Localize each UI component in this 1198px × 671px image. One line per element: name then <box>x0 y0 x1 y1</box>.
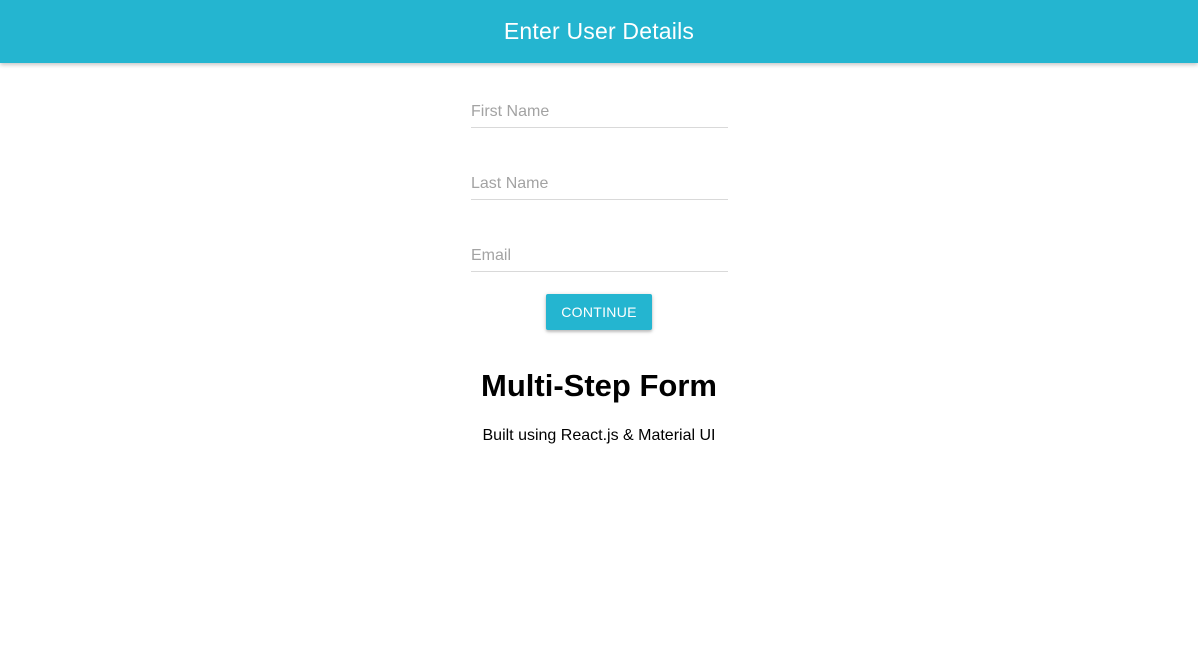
last-name-input[interactable] <box>471 169 728 199</box>
app-bar: Enter User Details <box>0 0 1198 63</box>
email-input[interactable] <box>471 241 728 271</box>
email-field[interactable] <box>471 241 728 272</box>
last-name-field[interactable] <box>471 169 728 200</box>
continue-button[interactable]: CONTINUE <box>546 294 652 330</box>
page-heading: Multi-Step Form <box>481 368 717 403</box>
first-name-field[interactable] <box>471 97 728 128</box>
page-subtext: Built using React.js & Material UI <box>482 427 716 444</box>
app-bar-title: Enter User Details <box>503 18 695 44</box>
first-name-input[interactable] <box>471 97 728 127</box>
